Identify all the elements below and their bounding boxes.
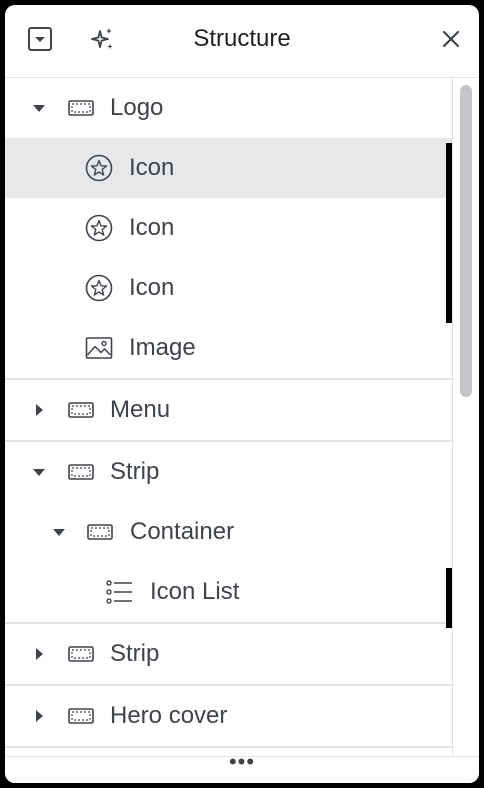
- tree-item-label: Hero cover: [110, 702, 228, 729]
- panel-title: Structure: [193, 25, 291, 52]
- star-icon: [84, 153, 114, 183]
- tree-item-label: Icon: [129, 154, 175, 181]
- tree-item-label: Icon: [129, 214, 175, 241]
- star-icon: [84, 273, 114, 303]
- tree-item-strip-1[interactable]: Strip: [5, 442, 452, 502]
- tree-item-label: Icon List: [150, 578, 240, 605]
- panel-footer: •••: [5, 749, 479, 783]
- caret-right-icon[interactable]: [32, 647, 46, 661]
- divider: [5, 746, 452, 748]
- caret-down-icon[interactable]: [32, 101, 46, 115]
- caret-right-icon[interactable]: [32, 709, 46, 723]
- tree-item-label: Strip: [110, 458, 160, 485]
- nested-scroll-marker: [446, 143, 452, 323]
- tree-item-label: Container: [130, 518, 235, 545]
- tree-item-menu[interactable]: Menu: [5, 380, 452, 440]
- tree-item-image[interactable]: Image: [5, 318, 452, 378]
- close-icon[interactable]: [437, 25, 465, 53]
- nested-scroll-marker: [446, 568, 452, 628]
- container-icon: [66, 395, 96, 425]
- vertical-scrollbar[interactable]: [458, 85, 474, 755]
- caret-down-icon[interactable]: [52, 525, 66, 539]
- container-icon: [66, 93, 96, 123]
- tree-item-strip-2[interactable]: Strip: [5, 624, 452, 684]
- caret-right-icon[interactable]: [32, 403, 46, 417]
- tree-item-icon-3[interactable]: Icon: [5, 258, 452, 318]
- caret-down-icon[interactable]: [32, 465, 46, 479]
- tree-item-logo[interactable]: Logo: [5, 78, 452, 138]
- tree-item-icon-2[interactable]: Icon: [5, 198, 452, 258]
- tree-item-icon-1[interactable]: Icon: [5, 138, 452, 198]
- tree-item-label: Strip: [110, 640, 160, 667]
- tree-item-label: Logo: [110, 94, 164, 121]
- container-icon: [85, 517, 115, 547]
- container-icon: [66, 457, 96, 487]
- tree-item-label: Image: [129, 334, 196, 361]
- image-icon: [84, 333, 114, 363]
- list-icon: [104, 577, 134, 607]
- structure-tree: Logo Icon Icon Icon Image Menu Strip Con…: [5, 78, 453, 756]
- structure-panel: Structure Logo Icon Icon Icon Image Menu…: [5, 5, 479, 783]
- more-options-button[interactable]: •••: [5, 749, 479, 775]
- container-icon: [66, 639, 96, 669]
- star-icon: [84, 213, 114, 243]
- tree-item-container[interactable]: Container: [5, 502, 452, 562]
- container-icon: [66, 701, 96, 731]
- tree-item-label: Icon: [129, 274, 175, 301]
- panel-header: Structure: [5, 5, 479, 78]
- scrollbar-thumb[interactable]: [460, 85, 472, 397]
- tree-item-label: Menu: [110, 396, 171, 423]
- tree-item-icon-list[interactable]: Icon List: [5, 562, 452, 622]
- tree-item-hero-cover[interactable]: Hero cover: [5, 686, 452, 746]
